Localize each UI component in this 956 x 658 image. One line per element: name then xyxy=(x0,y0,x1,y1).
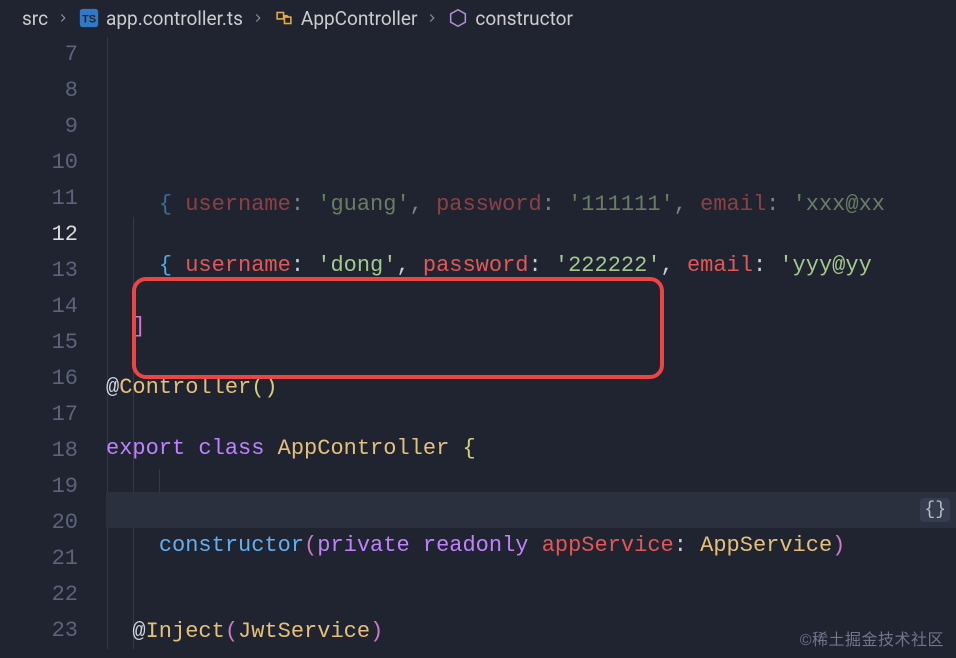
code-line: { username: 'guang', password: '111111',… xyxy=(106,187,956,223)
typescript-file-icon: TS xyxy=(78,7,100,29)
line-number-gutter: 7 8 9 10 11 12 13 14 15 16 17 18 19 20 2… xyxy=(0,37,106,658)
lineno: 20 xyxy=(0,505,78,541)
class-icon xyxy=(273,7,295,29)
chevron-right-icon xyxy=(249,9,267,27)
code-line: @Controller() xyxy=(106,370,956,406)
svg-text:TS: TS xyxy=(82,14,96,26)
lineno: 16 xyxy=(0,361,78,397)
lineno: 11 xyxy=(0,181,78,217)
fold-indicator[interactable]: {} xyxy=(920,498,950,522)
code-line: ] xyxy=(106,309,956,345)
lineno: 14 xyxy=(0,289,78,325)
code-editor[interactable]: 7 8 9 10 11 12 13 14 15 16 17 18 19 20 2… xyxy=(0,37,956,658)
breadcrumb-member[interactable]: constructor xyxy=(475,7,572,30)
breadcrumb-root[interactable]: src xyxy=(22,7,48,30)
breadcrumb-class[interactable]: AppController xyxy=(301,7,418,30)
code-line: { username: 'dong', password: '222222', … xyxy=(106,248,956,284)
lineno: 10 xyxy=(0,145,78,181)
code-line: @Inject(JwtService) xyxy=(106,614,956,650)
lineno: 18 xyxy=(0,433,78,469)
lineno: 21 xyxy=(0,541,78,577)
lineno: 22 xyxy=(0,577,78,613)
lineno: 13 xyxy=(0,253,78,289)
breadcrumb-file[interactable]: app.controller.ts xyxy=(106,7,243,30)
code-line: export class AppController { xyxy=(106,431,956,467)
code-line xyxy=(106,553,956,589)
chevron-right-icon xyxy=(54,9,72,27)
breadcrumb: src TS app.controller.ts AppController c… xyxy=(0,0,956,37)
lineno: 17 xyxy=(0,397,78,433)
lineno: 23 xyxy=(0,613,78,649)
lineno: 12 xyxy=(0,217,78,253)
lineno: 9 xyxy=(0,109,78,145)
lineno: 7 xyxy=(0,37,78,73)
lineno: 19 xyxy=(0,469,78,505)
code-content[interactable]: { username: 'guang', password: '111111',… xyxy=(106,37,956,658)
chevron-right-icon xyxy=(423,9,441,27)
lineno: 15 xyxy=(0,325,78,361)
code-line-active: constructor(private readonly appService:… xyxy=(106,492,956,528)
lineno: 8 xyxy=(0,73,78,109)
method-icon xyxy=(447,7,469,29)
